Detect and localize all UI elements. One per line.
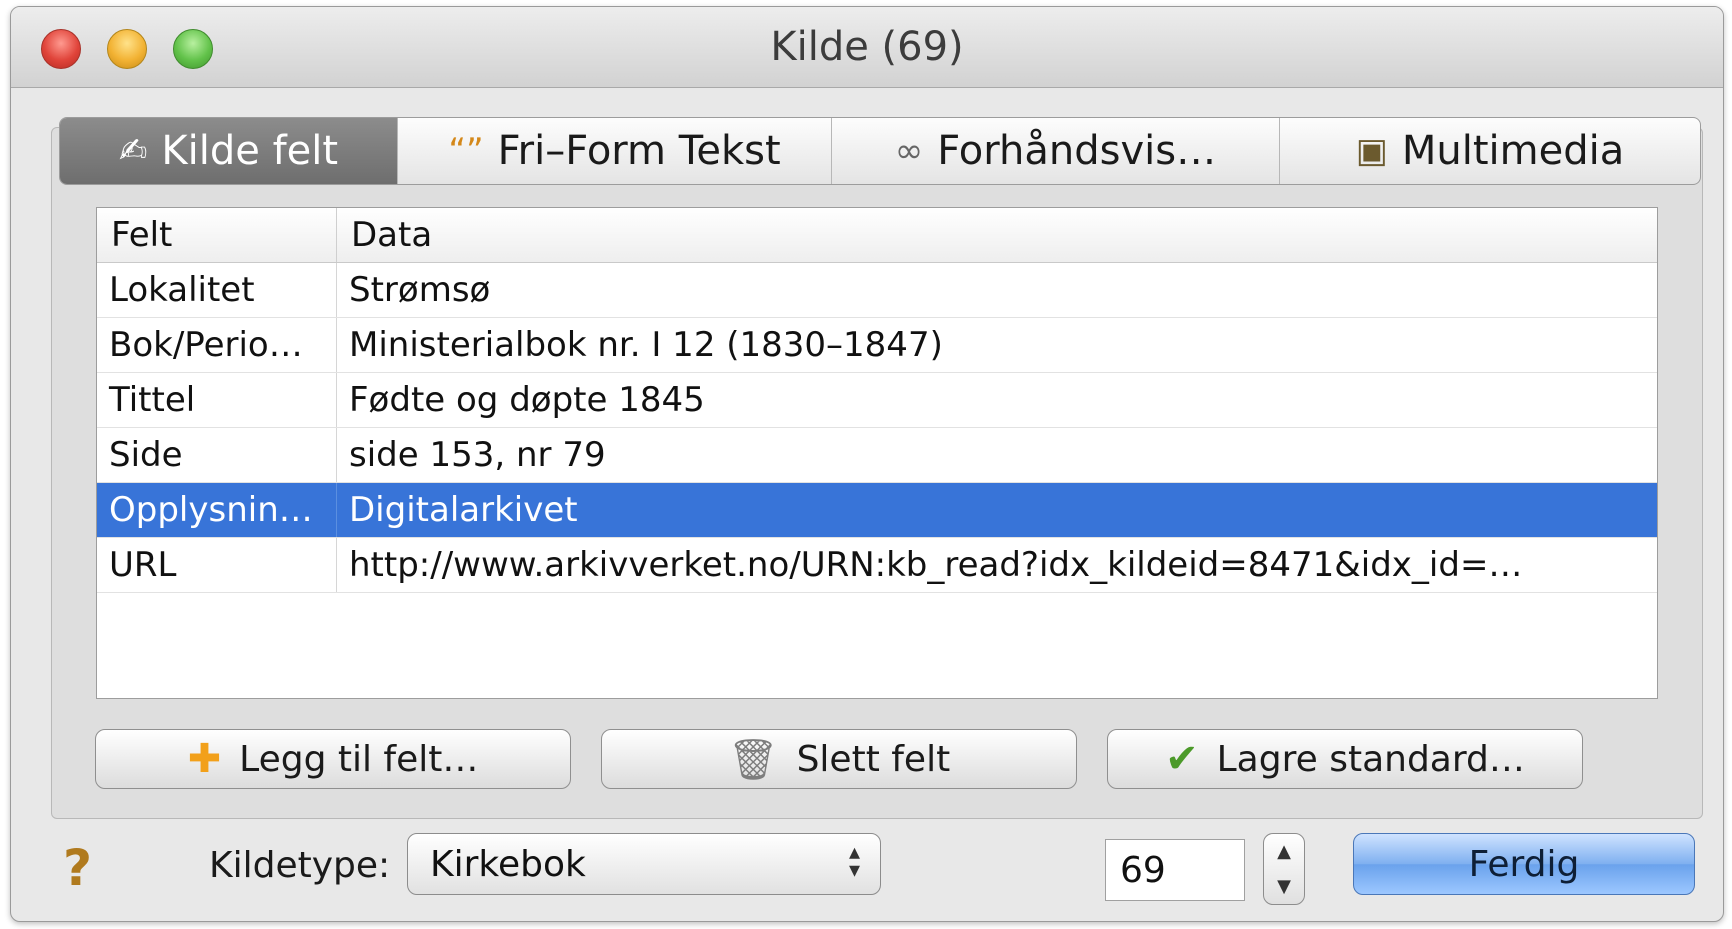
field-name-cell: Tittel — [97, 373, 337, 427]
table-header: Felt Data — [97, 208, 1657, 263]
field-data-cell[interactable]: http://www.arkivverket.no/URN:kb_read?id… — [337, 538, 1657, 592]
delete-field-label: Slett felt — [796, 738, 951, 780]
table-row[interactable]: Lokalitet Strømsø — [97, 263, 1657, 318]
save-default-label: Lagre standard… — [1216, 738, 1525, 780]
stepper-down-icon[interactable]: ▼ — [1277, 876, 1291, 897]
field-data-cell[interactable]: Ministerialbok nr. I 12 (1830–1847) — [337, 318, 1657, 372]
table-row[interactable]: Side side 153, nr 79 — [97, 428, 1657, 483]
tab-kilde-felt[interactable]: ✍ Kilde felt — [60, 118, 398, 184]
field-name-cell: Opplysnin… — [97, 483, 337, 537]
number-stepper[interactable]: ▲ ▼ — [1263, 833, 1305, 905]
tab-multimedia[interactable]: ▣ Multimedia — [1280, 118, 1700, 184]
source-type-label: Kildetype: — [209, 845, 391, 886]
tab-forhandsvis[interactable]: ∞ Forhåndsvis… — [832, 118, 1280, 184]
table-row[interactable]: Bok/Perio… Ministerialbok nr. I 12 (1830… — [97, 318, 1657, 373]
field-data-cell[interactable]: side 153, nr 79 — [337, 428, 1657, 482]
table-row-selected[interactable]: Opplysnin… Digitalarkivet — [97, 483, 1657, 538]
column-header-data[interactable]: Data — [337, 208, 1657, 262]
tab-label: Kilde felt — [161, 128, 339, 174]
source-dialog-window: Kilde (69) ✍ Kilde felt “” Fri–Form Teks… — [10, 6, 1724, 922]
source-number-field[interactable]: 69 — [1105, 839, 1245, 901]
done-button[interactable]: Ferdig — [1353, 833, 1695, 895]
field-data-cell[interactable]: Strømsø — [337, 263, 1657, 317]
stepper-up-icon[interactable]: ▲ — [1277, 841, 1291, 862]
quotes-icon: “” — [448, 131, 484, 171]
add-field-label: Legg til felt… — [239, 738, 479, 780]
tab-fri-form-tekst[interactable]: “” Fri–Form Tekst — [398, 118, 832, 184]
fields-table[interactable]: Felt Data Lokalitet Strømsø Bok/Perio… M… — [96, 207, 1658, 699]
updown-chevron-icon: ▴ ▾ — [848, 840, 860, 883]
delete-field-button[interactable]: 🗑 Slett felt — [601, 729, 1077, 789]
field-data-cell[interactable]: Digitalarkivet — [337, 483, 1657, 537]
plus-icon: ✚ — [187, 736, 222, 782]
window-title: Kilde (69) — [770, 24, 964, 70]
photo-icon: ▣ — [1355, 131, 1388, 171]
field-data-cell[interactable]: Fødte og døpte 1845 — [337, 373, 1657, 427]
table-row[interactable]: URL http://www.arkivverket.no/URN:kb_rea… — [97, 538, 1657, 593]
add-field-button[interactable]: ✚ Legg til felt… — [95, 729, 571, 789]
field-name-cell: Bok/Perio… — [97, 318, 337, 372]
tab-label: Fri–Form Tekst — [497, 128, 781, 174]
title-bar: Kilde (69) — [11, 7, 1723, 88]
tab-bar: ✍ Kilde felt “” Fri–Form Tekst ∞ Forhånd… — [59, 117, 1701, 185]
field-name-cell: URL — [97, 538, 337, 592]
checkmark-icon: ✔ — [1165, 736, 1199, 782]
help-icon[interactable]: ? — [63, 839, 92, 897]
tab-label: Forhåndsvis… — [937, 128, 1217, 174]
table-row[interactable]: Tittel Fødte og døpte 1845 — [97, 373, 1657, 428]
source-type-select[interactable]: Kirkebok ▴ ▾ — [407, 833, 881, 895]
save-default-button[interactable]: ✔ Lagre standard… — [1107, 729, 1583, 789]
source-type-value: Kirkebok — [430, 843, 586, 885]
pencil-icon: ✍ — [118, 131, 148, 171]
tab-label: Multimedia — [1401, 128, 1625, 174]
trash-icon: 🗑 — [727, 736, 779, 783]
glasses-icon: ∞ — [894, 131, 924, 171]
column-header-felt[interactable]: Felt — [97, 208, 337, 262]
field-name-cell: Side — [97, 428, 337, 482]
field-name-cell: Lokalitet — [97, 263, 337, 317]
